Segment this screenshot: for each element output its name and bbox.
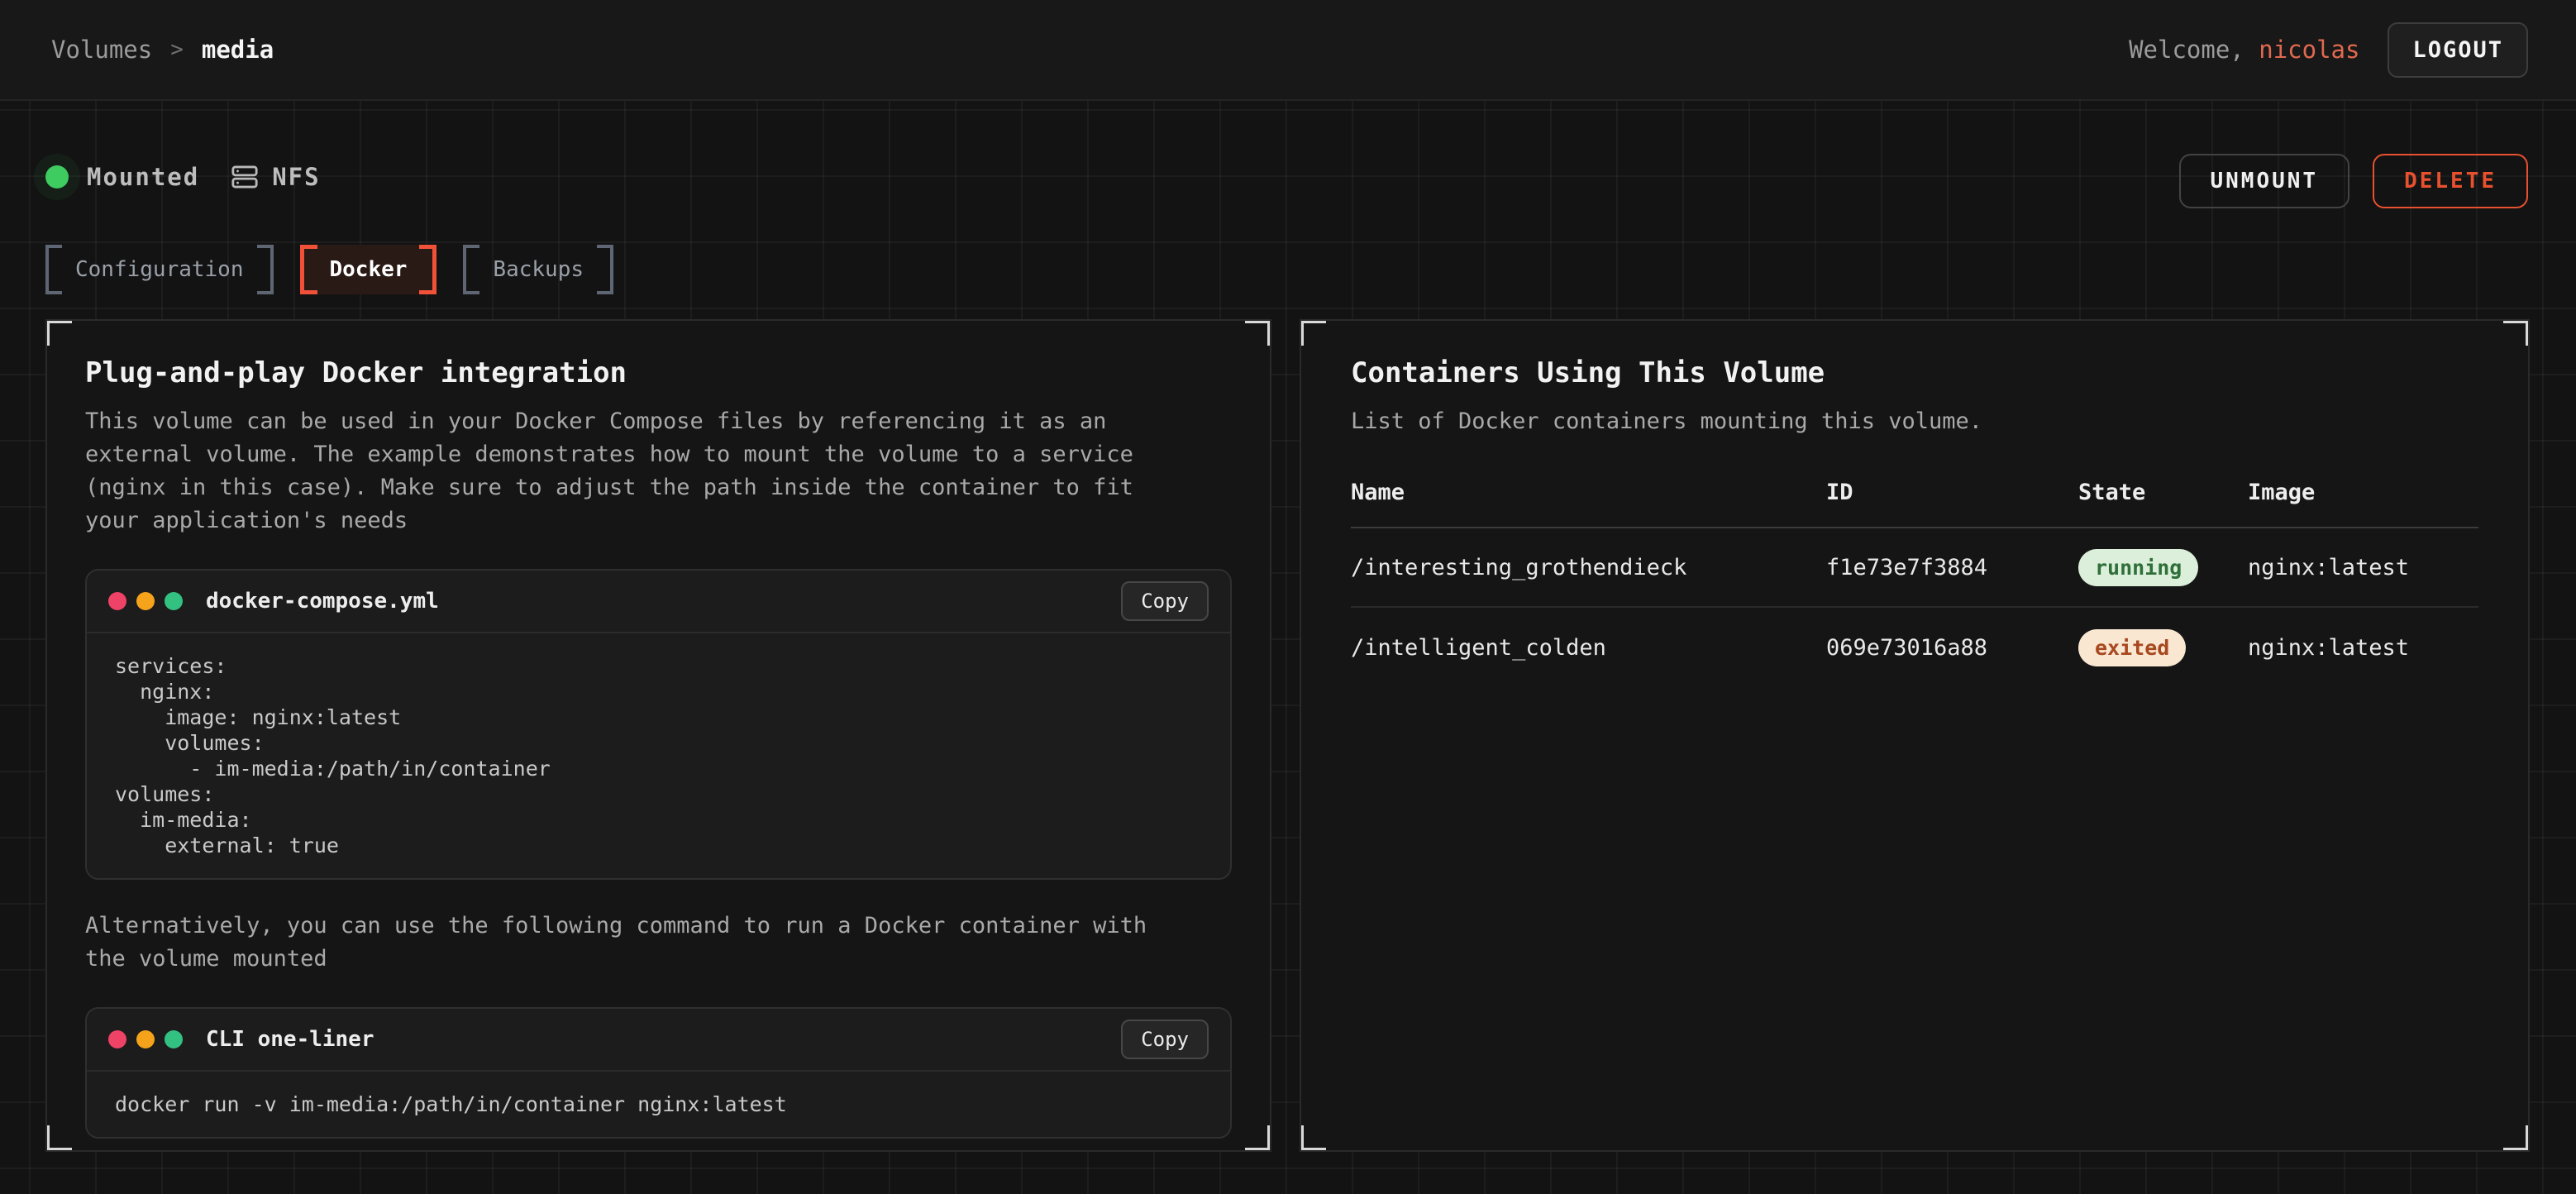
containers-table-header: Name ID State Image bbox=[1351, 480, 2478, 528]
container-id: f1e73e7f3884 bbox=[1826, 555, 2078, 580]
column-header-name: Name bbox=[1351, 480, 1826, 505]
mounted-status-dot-icon bbox=[45, 165, 69, 189]
filesystem-type-label: NFS bbox=[272, 163, 320, 191]
top-bar: Volumes > media Welcome, nicolas LOGOUT bbox=[0, 0, 2576, 101]
breadcrumb-current-volume: media bbox=[202, 36, 274, 64]
docker-integration-panel: Plug-and-play Docker integration This vo… bbox=[45, 319, 1271, 1152]
compose-filename-label: docker-compose.yml bbox=[206, 589, 439, 614]
welcome-prefix: Welcome, bbox=[2129, 36, 2244, 64]
panel-corner-icon bbox=[45, 1125, 72, 1152]
docker-panel-title: Plug-and-play Docker integration bbox=[85, 356, 1232, 390]
panel-corner-icon bbox=[1245, 1125, 1271, 1152]
container-name: /intelligent_colden bbox=[1351, 635, 1826, 661]
traffic-light-yellow-icon bbox=[136, 592, 155, 610]
unmount-button[interactable]: UNMOUNT bbox=[2179, 154, 2350, 208]
compose-copy-button[interactable]: Copy bbox=[1121, 581, 1209, 621]
container-image: nginx:latest bbox=[2248, 635, 2478, 661]
compose-code-content: services: nginx: image: nginx:latest vol… bbox=[87, 632, 1230, 878]
tab-configuration[interactable]: Configuration bbox=[45, 245, 274, 294]
cli-card-header: CLI one-liner Copy bbox=[87, 1009, 1230, 1070]
panel-corner-icon bbox=[1245, 319, 1271, 346]
containers-panel-subtitle: List of Docker containers mounting this … bbox=[1351, 405, 2450, 438]
status-badge-running: running bbox=[2078, 549, 2198, 586]
column-header-state: State bbox=[2078, 480, 2248, 505]
docker-panel-description: This volume can be used in your Docker C… bbox=[85, 405, 1185, 537]
container-id: 069e73016a88 bbox=[1826, 635, 2078, 661]
panel-corner-icon bbox=[1300, 319, 1326, 346]
column-header-image: Image bbox=[2248, 480, 2478, 505]
cli-note-text: Alternatively, you can use the following… bbox=[85, 910, 1185, 976]
table-row: /intelligent_colden 069e73016a88 exited … bbox=[1351, 608, 2478, 687]
status-badge-exited: exited bbox=[2078, 629, 2186, 666]
breadcrumb: Volumes > media bbox=[51, 36, 274, 64]
breadcrumb-volumes-link[interactable]: Volumes bbox=[51, 36, 152, 64]
cli-code-content: docker run -v im-media:/path/in/containe… bbox=[87, 1070, 1230, 1137]
containers-table: Name ID State Image /interesting_grothen… bbox=[1351, 480, 2478, 687]
volume-actions: UNMOUNT DELETE bbox=[2179, 154, 2529, 208]
traffic-light-green-icon bbox=[165, 1030, 183, 1048]
column-header-id: ID bbox=[1826, 480, 2078, 505]
panel-corner-icon bbox=[2503, 319, 2530, 346]
breadcrumb-separator-icon: > bbox=[170, 37, 184, 62]
logout-button[interactable]: LOGOUT bbox=[2388, 22, 2528, 78]
delete-button[interactable]: DELETE bbox=[2373, 154, 2528, 208]
containers-panel-title: Containers Using This Volume bbox=[1351, 356, 2478, 390]
table-row: /interesting_grothendieck f1e73e7f3884 r… bbox=[1351, 528, 2478, 608]
panel-corner-icon bbox=[2503, 1125, 2530, 1152]
cli-copy-button[interactable]: Copy bbox=[1121, 1020, 1209, 1059]
container-state-cell: exited bbox=[2078, 629, 2248, 666]
mounted-status-label: Mounted bbox=[87, 163, 199, 191]
panels-row: Plug-and-play Docker integration This vo… bbox=[45, 319, 2530, 1152]
container-state-cell: running bbox=[2078, 549, 2248, 586]
username-text: nicolas bbox=[2259, 36, 2359, 64]
cli-code-card: CLI one-liner Copy docker run -v im-medi… bbox=[85, 1007, 1232, 1139]
container-name: /interesting_grothendieck bbox=[1351, 555, 1826, 580]
top-bar-right: Welcome, nicolas LOGOUT bbox=[2129, 22, 2528, 78]
cli-filename-label: CLI one-liner bbox=[206, 1027, 374, 1052]
compose-card-header: docker-compose.yml Copy bbox=[87, 571, 1230, 632]
main-content: Mounted NFS UNMOUNT DELETE Configuration… bbox=[0, 101, 2576, 1194]
compose-code-card: docker-compose.yml Copy services: nginx:… bbox=[85, 569, 1232, 880]
tab-bar: Configuration Docker Backups bbox=[45, 245, 2576, 294]
container-image: nginx:latest bbox=[2248, 555, 2478, 580]
tab-docker[interactable]: Docker bbox=[300, 245, 437, 294]
traffic-light-green-icon bbox=[165, 592, 183, 610]
welcome-text: Welcome, nicolas bbox=[2129, 36, 2359, 64]
traffic-light-red-icon bbox=[108, 1030, 126, 1048]
panel-corner-icon bbox=[1300, 1125, 1326, 1152]
containers-panel: Containers Using This Volume List of Doc… bbox=[1300, 319, 2530, 1152]
tab-backups[interactable]: Backups bbox=[463, 245, 613, 294]
server-icon bbox=[231, 163, 259, 191]
traffic-light-yellow-icon bbox=[136, 1030, 155, 1048]
panel-corner-icon bbox=[45, 319, 72, 346]
traffic-light-red-icon bbox=[108, 592, 126, 610]
